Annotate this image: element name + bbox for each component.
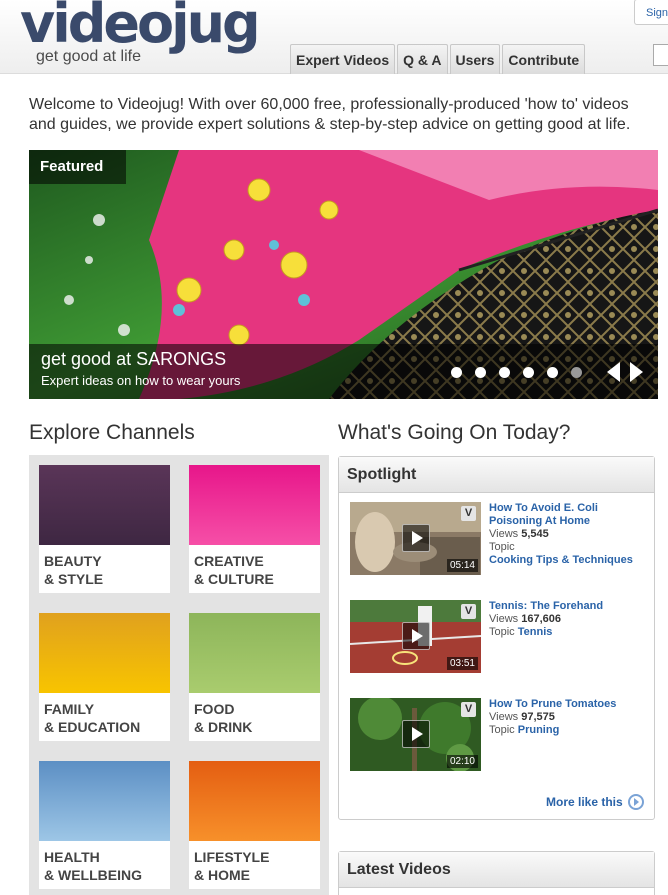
channel-label: HEALTH & WELLBEING [44, 849, 142, 883]
video-topic-link[interactable]: Tennis [518, 626, 553, 638]
video-title-link[interactable]: How To Prune Tomatoes [489, 698, 649, 711]
list-item: V 03:51 Tennis: The Forehand Views 167,6… [350, 600, 655, 674]
video-topic-link[interactable]: Cooking Tips & Techniques [489, 554, 649, 567]
tab-users[interactable]: Users [449, 44, 501, 74]
play-icon [402, 622, 430, 650]
video-title-link[interactable]: How To Avoid E. Coli Poisoning At Home [489, 502, 649, 528]
channel-swatch [39, 613, 170, 693]
video-views: Views 5,545 [489, 528, 549, 540]
carousel-prev-icon[interactable] [607, 362, 620, 382]
carousel-dot-2[interactable] [475, 367, 486, 378]
play-icon [402, 524, 430, 552]
channel-label: FAMILY & EDUCATION [44, 701, 141, 735]
video-thumbnail[interactable]: V 05:14 [350, 502, 481, 575]
more-like-this-label: More like this [546, 795, 623, 809]
video-topic-label: Topic [489, 541, 515, 553]
carousel-dot-6[interactable] [571, 367, 582, 378]
channel-label: CREATIVE & CULTURE [194, 553, 274, 587]
videojug-badge-icon: V [461, 604, 476, 619]
video-duration: 02:10 [446, 755, 478, 768]
list-item: V 02:10 How To Prune Tomatoes Views 97,5… [350, 698, 655, 772]
explore-heading: Explore Channels [29, 421, 195, 444]
channel-label: FOOD & DRINK [194, 701, 253, 735]
channel-label: BEAUTY & STYLE [44, 553, 104, 587]
tab-expert-videos[interactable]: Expert Videos [290, 44, 396, 74]
signin-link[interactable]: Sign [634, 0, 668, 25]
video-topic: Topic Tennis [489, 626, 553, 638]
video-info: Tennis: The Forehand Views 167,606 Topic… [489, 600, 649, 639]
site-tagline: get good at life [36, 48, 141, 65]
channel-swatch [189, 761, 320, 841]
spotlight-title: Spotlight [339, 457, 654, 493]
channel-swatch [39, 465, 170, 545]
video-views: Views 97,575 [489, 711, 555, 723]
channel-food-drink[interactable]: FOOD & DRINK [189, 613, 320, 741]
featured-subtitle: Expert ideas on how to wear yours [41, 373, 241, 388]
video-info: How To Avoid E. Coli Poisoning At Home V… [489, 502, 649, 567]
channel-creative-culture[interactable]: CREATIVE & CULTURE [189, 465, 320, 593]
carousel-next-icon[interactable] [630, 362, 643, 382]
spotlight-panel: Spotlight V 05:14 How To Avoid E. Coli P… [338, 456, 655, 820]
video-title-link[interactable]: Tennis: The Forehand [489, 600, 649, 613]
channel-family-education[interactable]: FAMILY & EDUCATION [39, 613, 170, 741]
channel-swatch [189, 613, 320, 693]
arrow-circle-icon [627, 794, 644, 810]
featured-carousel[interactable]: Featured get good at SARONGS Expert idea… [29, 150, 658, 399]
tab-q-and-a[interactable]: Q & A [397, 44, 448, 74]
video-info: How To Prune Tomatoes Views 97,575 Topic… [489, 698, 649, 737]
featured-label: Featured [29, 150, 126, 184]
play-icon [402, 720, 430, 748]
carousel-dot-5[interactable] [547, 367, 558, 378]
channel-swatch [39, 761, 170, 841]
video-thumbnail[interactable]: V 02:10 [350, 698, 481, 771]
videojug-badge-icon: V [461, 702, 476, 717]
channel-swatch [189, 465, 320, 545]
video-topic-link[interactable]: Pruning [518, 724, 560, 736]
channel-lifestyle-home[interactable]: LIFESTYLE & HOME [189, 761, 320, 889]
channel-beauty-style[interactable]: BEAUTY & STYLE [39, 465, 170, 593]
list-item: V 05:14 How To Avoid E. Coli Poisoning A… [350, 502, 655, 576]
welcome-text: Welcome to Videojug! With over 60,000 fr… [29, 96, 631, 133]
tab-contribute[interactable]: Contribute [502, 44, 586, 74]
video-views: Views 167,606 [489, 613, 561, 625]
search-input[interactable] [653, 44, 668, 66]
carousel-dot-3[interactable] [499, 367, 510, 378]
carousel-dots [451, 367, 582, 378]
video-duration: 05:14 [446, 559, 478, 572]
carousel-dot-1[interactable] [451, 367, 462, 378]
site-header: videojug get good at life Expert Videos … [0, 0, 668, 74]
channel-health-wellbeing[interactable]: HEALTH & WELLBEING [39, 761, 170, 889]
video-duration: 03:51 [446, 657, 478, 670]
carousel-dot-4[interactable] [523, 367, 534, 378]
video-thumbnail[interactable]: V 03:51 [350, 600, 481, 673]
channel-grid: BEAUTY & STYLE CREATIVE & CULTURE FAMILY & … [29, 455, 329, 895]
site-logo[interactable]: videojug [20, 0, 261, 54]
videojug-badge-icon: V [461, 506, 476, 521]
video-topic: Topic Pruning [489, 724, 560, 736]
featured-title[interactable]: get good at SARONGS [41, 349, 226, 370]
latest-videos-title: Latest Videos [339, 852, 654, 888]
more-like-this-link[interactable]: More like this [546, 794, 644, 810]
today-heading: What's Going On Today? [338, 421, 571, 444]
main-nav: Expert Videos Q & A Users Contribute [290, 44, 586, 74]
latest-videos-panel: Latest Videos [338, 851, 655, 895]
channel-label: LIFESTYLE & HOME [194, 849, 270, 883]
